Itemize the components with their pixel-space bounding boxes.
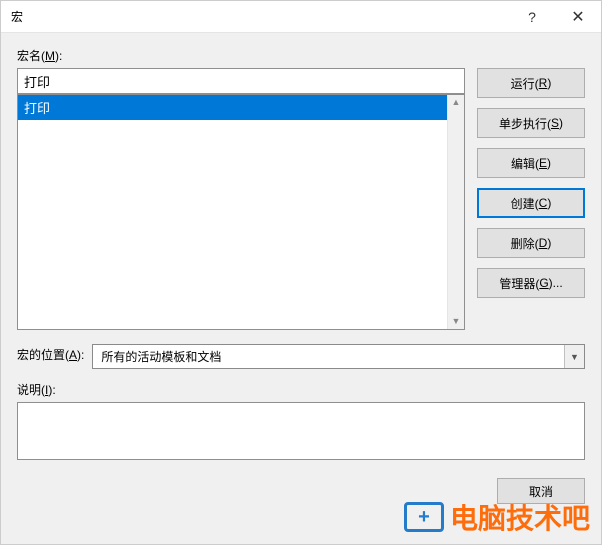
left-column: 宏名(M): 打印 ▲ ▼: [17, 47, 465, 330]
macro-list-content: 打印: [18, 95, 447, 329]
location-row: 宏的位置(A): 所有的活动模板和文档 ▼: [17, 344, 585, 369]
titlebar-controls: ? ✕: [509, 1, 601, 32]
location-select[interactable]: 所有的活动模板和文档 ▼: [92, 344, 585, 369]
scrollbar[interactable]: ▲ ▼: [447, 95, 464, 329]
macro-name-input[interactable]: [17, 68, 465, 94]
window-title: 宏: [11, 8, 509, 25]
location-label: 宏的位置(A):: [17, 346, 84, 363]
help-button[interactable]: ?: [509, 1, 555, 32]
organizer-button[interactable]: 管理器(G)...: [477, 268, 585, 298]
top-row: 宏名(M): 打印 ▲ ▼ 运行(R) 单步: [17, 47, 585, 330]
button-column: 运行(R) 单步执行(S) 编辑(E) 创建(C) 删除(D) 管理器(G)..…: [477, 47, 585, 330]
macro-dialog: 宏 ? ✕ 宏名(M): 打印 ▲ ▼: [0, 0, 602, 545]
description-box[interactable]: [17, 402, 585, 460]
description-label: 说明(I):: [17, 381, 585, 398]
dialog-body: 宏名(M): 打印 ▲ ▼ 运行(R) 单步: [1, 33, 601, 544]
macro-list[interactable]: 打印 ▲ ▼: [17, 94, 465, 330]
edit-button[interactable]: 编辑(E): [477, 148, 585, 178]
step-button[interactable]: 单步执行(S): [477, 108, 585, 138]
delete-button[interactable]: 删除(D): [477, 228, 585, 258]
list-item[interactable]: 打印: [18, 95, 447, 120]
run-button[interactable]: 运行(R): [477, 68, 585, 98]
scroll-down-icon[interactable]: ▼: [452, 317, 461, 326]
titlebar: 宏 ? ✕: [1, 1, 601, 33]
scroll-up-icon[interactable]: ▲: [452, 98, 461, 107]
chevron-down-icon: ▼: [564, 345, 584, 368]
close-button[interactable]: ✕: [555, 1, 601, 32]
location-selected-text: 所有的活动模板和文档: [93, 348, 564, 365]
macro-name-label: 宏名(M):: [17, 47, 465, 64]
create-button[interactable]: 创建(C): [477, 188, 585, 218]
footer: 取消: [17, 478, 585, 504]
cancel-button[interactable]: 取消: [497, 478, 585, 504]
